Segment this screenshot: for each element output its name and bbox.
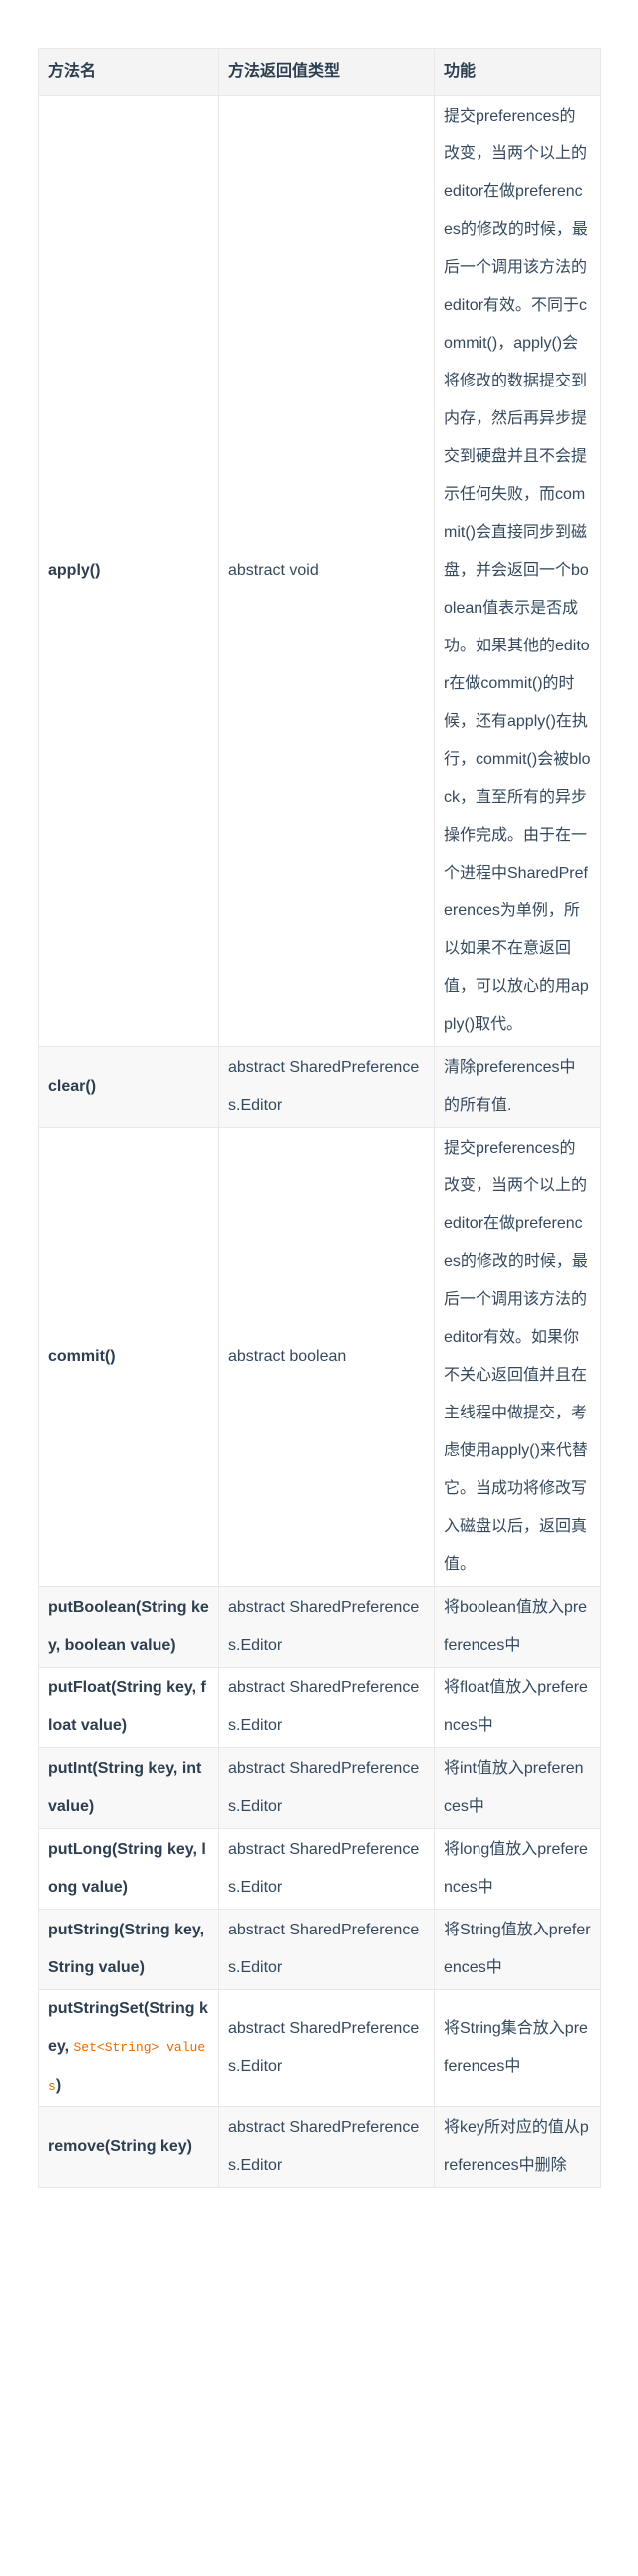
- table-row: putString(String key, String value) abst…: [38, 1909, 601, 1990]
- return-type: abstract SharedPreferences.Editor: [218, 1667, 435, 1748]
- table-row: apply() abstract void 提交preferences的改变，当…: [38, 95, 601, 1047]
- return-type: abstract SharedPreferences.Editor: [218, 1586, 435, 1668]
- table-row: putFloat(String key, float value) abstra…: [38, 1667, 601, 1748]
- method-description: 提交preferences的改变，当两个以上的editor在做preferenc…: [434, 1127, 601, 1587]
- methods-table-container: 方法名 方法返回值类型 功能 apply() abstract void 提交p…: [38, 48, 601, 2188]
- table-row: putBoolean(String key, boolean value) ab…: [38, 1586, 601, 1668]
- method-name: putFloat(String key, float value): [38, 1667, 219, 1748]
- return-type: abstract boolean: [218, 1127, 435, 1587]
- table-row: putInt(String key, int value) abstract S…: [38, 1747, 601, 1829]
- method-name: putStringSet(String key, Set<String> val…: [38, 1989, 219, 2107]
- method-description: 将String集合放入preferences中: [434, 1989, 601, 2107]
- method-description: 将key所对应的值从preferences中删除: [434, 2106, 601, 2188]
- return-type: abstract SharedPreferences.Editor: [218, 1747, 435, 1829]
- table-row: putStringSet(String key, Set<String> val…: [38, 1989, 601, 2107]
- method-name: apply(): [38, 95, 219, 1047]
- table-row: remove(String key) abstract SharedPrefer…: [38, 2106, 601, 2188]
- method-name: putLong(String key, long value): [38, 1828, 219, 1910]
- method-description: 将String值放入preferences中: [434, 1909, 601, 1990]
- method-description: 将long值放入preferences中: [434, 1828, 601, 1910]
- methods-table: 方法名 方法返回值类型 功能 apply() abstract void 提交p…: [38, 48, 601, 2188]
- table-header-row: 方法名 方法返回值类型 功能: [38, 48, 601, 96]
- method-name: putString(String key, String value): [38, 1909, 219, 1990]
- return-type: abstract SharedPreferences.Editor: [218, 1909, 435, 1990]
- table-row: putLong(String key, long value) abstract…: [38, 1828, 601, 1910]
- method-description: 将float值放入preferences中: [434, 1667, 601, 1748]
- table-row: commit() abstract boolean 提交preferences的…: [38, 1127, 601, 1587]
- return-type: abstract SharedPreferences.Editor: [218, 2106, 435, 2188]
- method-name: remove(String key): [38, 2106, 219, 2188]
- method-name: commit(): [38, 1127, 219, 1587]
- method-name: putBoolean(String key, boolean value): [38, 1586, 219, 1668]
- method-description: 提交preferences的改变，当两个以上的editor在做preferenc…: [434, 95, 601, 1047]
- method-name: putInt(String key, int value): [38, 1747, 219, 1829]
- header-return-type: 方法返回值类型: [218, 48, 435, 96]
- method-description: 将boolean值放入preferences中: [434, 1586, 601, 1668]
- table-row: clear() abstract SharedPreferences.Edito…: [38, 1046, 601, 1128]
- return-type: abstract void: [218, 95, 435, 1047]
- return-type: abstract SharedPreferences.Editor: [218, 1046, 435, 1128]
- method-name: clear(): [38, 1046, 219, 1128]
- return-type: abstract SharedPreferences.Editor: [218, 1828, 435, 1910]
- return-type: abstract SharedPreferences.Editor: [218, 1989, 435, 2107]
- method-description: 清除preferences中的所有值.: [434, 1046, 601, 1128]
- method-description: 将int值放入preferences中: [434, 1747, 601, 1829]
- header-method-name: 方法名: [38, 48, 219, 96]
- method-name-suffix: ): [55, 2077, 62, 2094]
- header-function: 功能: [434, 48, 601, 96]
